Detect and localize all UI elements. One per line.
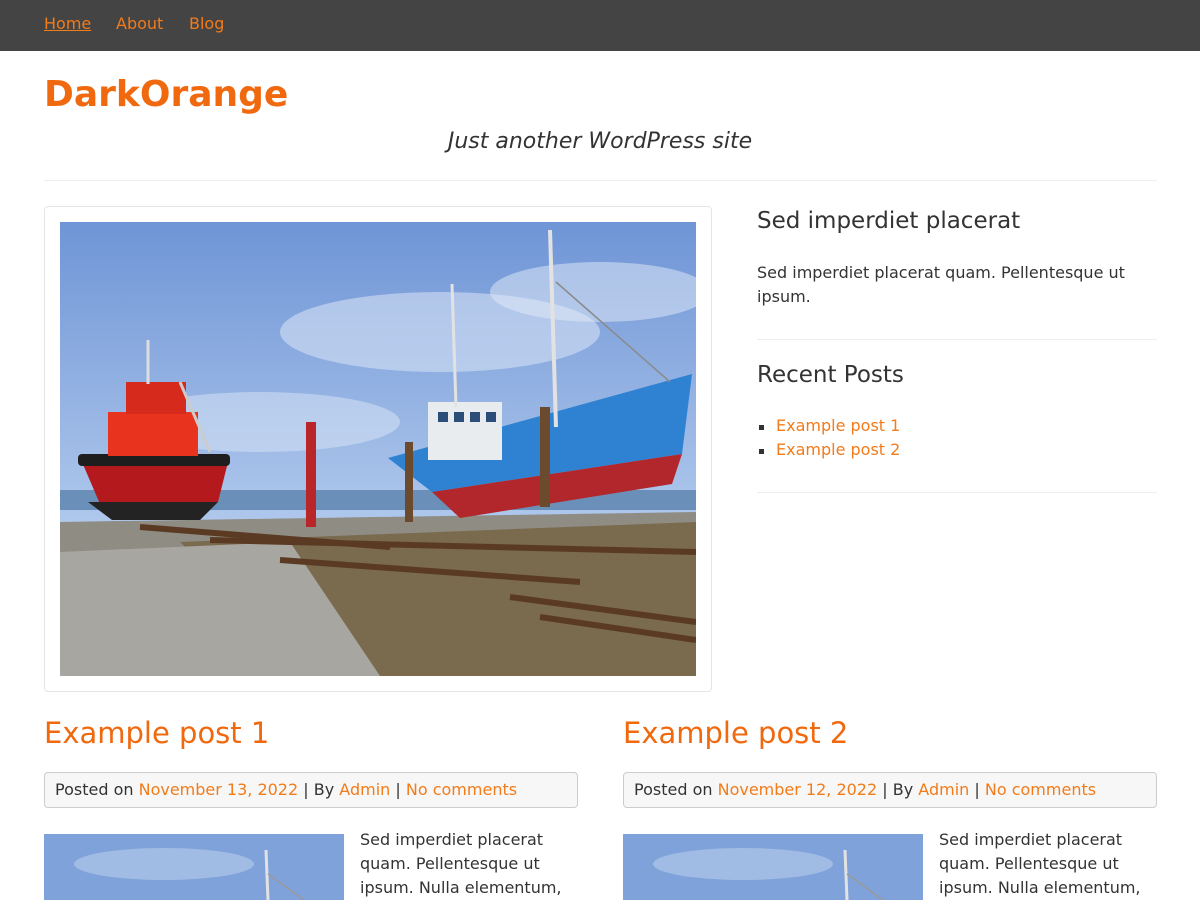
post-meta: Posted on November 12, 2022 | By Admin |… xyxy=(623,772,1157,808)
header-divider xyxy=(44,180,1157,181)
boat-thumbnail-photo xyxy=(44,834,344,900)
post-meta: Posted on November 13, 2022 | By Admin |… xyxy=(44,772,578,808)
widget-text-body: Sed imperdiet placerat quam. Pellentesqu… xyxy=(757,263,1125,306)
recent-post-link[interactable]: Example post 1 xyxy=(776,416,900,435)
comments-link[interactable]: No comments xyxy=(985,780,1096,799)
recent-posts-title: Recent Posts xyxy=(757,362,904,388)
meta-separator: | xyxy=(882,780,888,799)
post-date-link[interactable]: November 12, 2022 xyxy=(718,780,878,799)
post-title[interactable]: Example post 1 xyxy=(44,716,269,750)
comments-link[interactable]: No comments xyxy=(406,780,517,799)
list-item: Example post 1 xyxy=(757,414,900,438)
site-tagline: Just another WordPress site xyxy=(447,129,753,154)
posted-on-label: Posted on xyxy=(634,780,713,799)
by-label: By xyxy=(892,780,914,799)
nav-item-about[interactable]: About xyxy=(116,14,163,33)
widget-title-text: Sed imperdiet placerat xyxy=(757,208,1021,234)
meta-separator: | xyxy=(395,780,401,799)
recent-post-link[interactable]: Example post 2 xyxy=(776,440,900,459)
post-thumbnail[interactable] xyxy=(44,834,344,900)
by-label: By xyxy=(313,780,335,799)
author-link[interactable]: Admin xyxy=(339,780,390,799)
post-excerpt: Sed imperdiet placerat quam. Pellentesqu… xyxy=(939,830,1141,897)
boats-in-dry-dock-photo xyxy=(60,222,696,676)
featured-image[interactable] xyxy=(60,222,696,676)
recent-posts-list: Example post 1 Example post 2 xyxy=(757,414,900,462)
post-date-link[interactable]: November 13, 2022 xyxy=(139,780,299,799)
bullet-icon xyxy=(759,449,764,454)
post-title[interactable]: Example post 2 xyxy=(623,716,848,750)
meta-separator: | xyxy=(974,780,980,799)
bullet-icon xyxy=(759,425,764,430)
nav-item-home[interactable]: Home xyxy=(44,14,91,33)
posted-on-label: Posted on xyxy=(55,780,134,799)
widget-divider xyxy=(757,339,1157,340)
author-link[interactable]: Admin xyxy=(918,780,969,799)
site-title[interactable]: DarkOrange xyxy=(44,74,288,115)
top-navigation: Home About Blog xyxy=(0,0,1200,51)
post-thumbnail[interactable] xyxy=(623,834,923,900)
boat-thumbnail-photo xyxy=(623,834,923,900)
widget-divider xyxy=(757,492,1157,493)
list-item: Example post 2 xyxy=(757,438,900,462)
meta-separator: | xyxy=(303,780,309,799)
nav-item-blog[interactable]: Blog xyxy=(189,14,224,33)
post-excerpt: Sed imperdiet placerat quam. Pellentesqu… xyxy=(360,830,562,897)
